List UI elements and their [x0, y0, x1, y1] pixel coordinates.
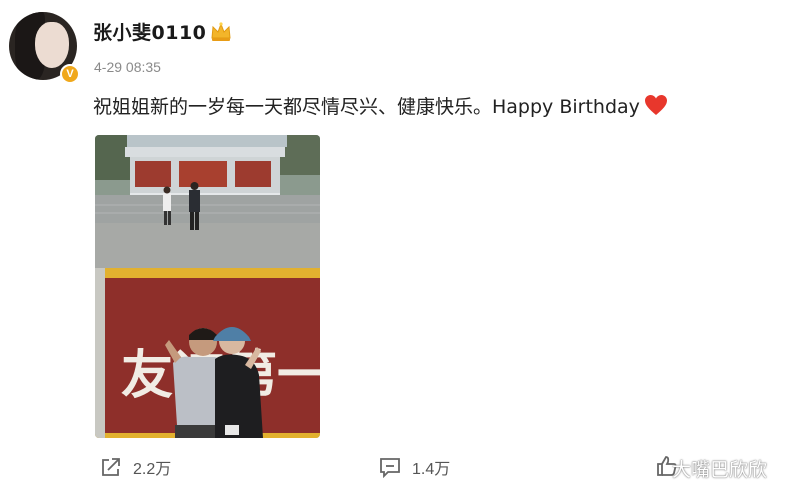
post-timestamp: 4-29 08:35	[94, 59, 161, 75]
watermark: 大嘴巴欣欣	[672, 459, 768, 481]
comment-icon	[380, 458, 400, 478]
comment-button[interactable]: 1.4万	[378, 455, 450, 479]
photo-scene: 友谊第一	[95, 135, 320, 438]
crown-icon	[211, 22, 231, 41]
post-text: 祝姐姐新的一岁每一天都尽情尽兴、健康快乐。Happy Birthday	[93, 96, 640, 118]
share-count: 2.2万	[133, 461, 172, 478]
username[interactable]: 张小斐0110	[93, 18, 206, 45]
share-button[interactable]: 2.2万	[99, 455, 171, 479]
post-content: 祝姐姐新的一岁每一天都尽情尽兴、健康快乐。Happy Birthday	[93, 92, 668, 119]
post-photo[interactable]: 友谊第一	[95, 135, 320, 438]
verified-badge-icon: V	[60, 64, 80, 84]
heart-icon	[644, 95, 667, 115]
share-icon	[102, 458, 120, 476]
comment-count: 1.4万	[412, 461, 451, 478]
